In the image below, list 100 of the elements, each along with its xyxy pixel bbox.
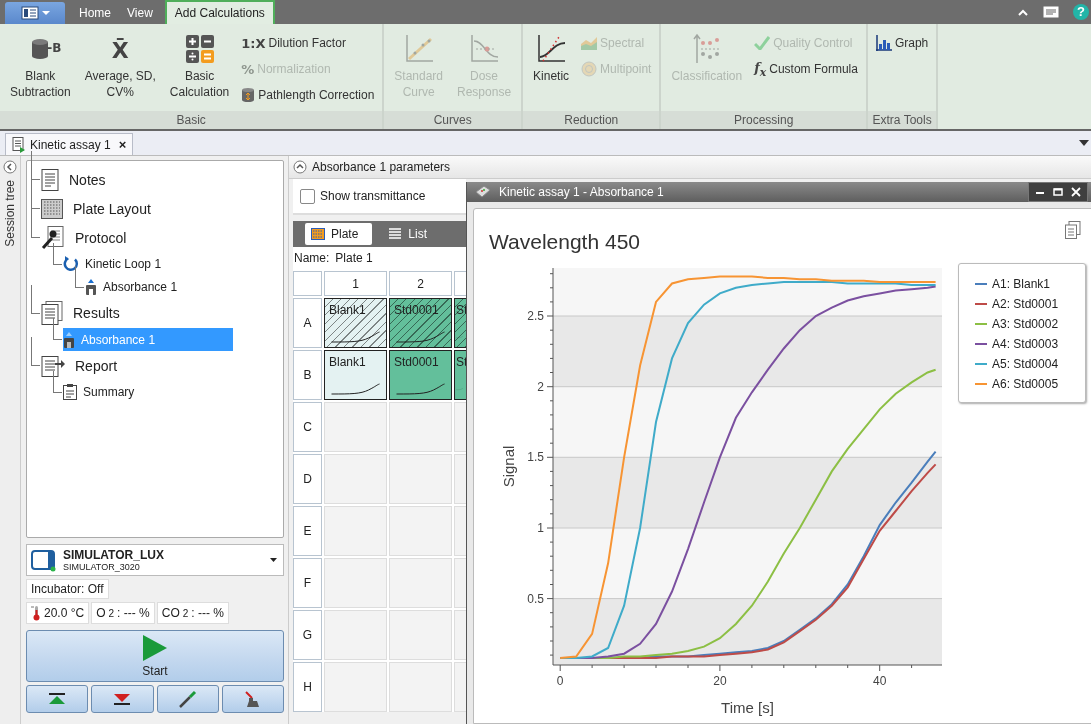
dropdown-arrow-icon	[1079, 140, 1089, 146]
tree-item[interactable]: Kinetic Loop 1	[63, 252, 166, 276]
plate-well[interactable]	[324, 558, 387, 608]
document-icon	[12, 136, 26, 153]
ribbon-button[interactable]: Pathlength Correction	[237, 82, 379, 108]
menu-tab[interactable]: Add Calculations	[164, 0, 275, 24]
instrument-model: SIMULATOR_3020	[63, 562, 141, 572]
display-mode-tab[interactable]: Plate	[305, 223, 373, 245]
absorbance-icon	[63, 331, 75, 348]
incubator-status: Incubator: Off	[26, 579, 109, 599]
plate-well[interactable]	[389, 662, 452, 712]
plate-well[interactable]: Std0001	[389, 350, 452, 400]
instrument-selector[interactable]: SIMULATOR_LUX SIMULATOR_3020	[26, 544, 284, 576]
toolbar-button[interactable]	[221, 685, 284, 713]
app-menu-button[interactable]	[5, 2, 65, 24]
collapse-ribbon-icon	[1017, 8, 1029, 16]
plate-well[interactable]	[454, 454, 466, 504]
plate-well[interactable]	[454, 558, 466, 608]
plate-well[interactable]	[454, 402, 466, 452]
instrument-name: SIMULATOR_LUX	[63, 548, 165, 562]
tree-item[interactable]: Report	[41, 351, 122, 380]
cylinder-icon	[31, 38, 50, 60]
plate-well[interactable]: Std0001	[389, 298, 452, 348]
plate-well[interactable]	[454, 506, 466, 556]
group-label: Extra Tools	[867, 111, 937, 129]
ribbon-button[interactable]: -B Blank Subtraction	[4, 28, 77, 102]
ribbon-button[interactable]: 1:X Dilution Factor	[237, 30, 379, 56]
toolbar-button[interactable]	[156, 685, 219, 713]
ribbon-button[interactable]: f$_{x}$ Custom Formula	[750, 56, 862, 82]
group-label: Basic	[0, 111, 383, 129]
ribbon-button[interactable]: Graph	[871, 30, 933, 56]
plate-well[interactable]	[454, 662, 466, 712]
tree-item[interactable]: Notes	[41, 165, 110, 194]
small-cylinder-icon	[241, 87, 256, 103]
start-button[interactable]: Start	[26, 630, 284, 682]
checkbox-label[interactable]: Show transmittance	[293, 179, 466, 215]
display-mode-tab[interactable]: List	[382, 223, 442, 245]
plate-well[interactable]	[324, 610, 387, 660]
menu-tab[interactable]: View	[119, 2, 161, 24]
thermometer-icon	[31, 605, 41, 621]
well-label: Blank1	[329, 355, 367, 369]
tree-item[interactable]: Absorbance 1	[85, 275, 182, 299]
copy-icon[interactable]	[1065, 221, 1081, 239]
kinetic-curve-icon	[535, 33, 568, 65]
tree-item[interactable]: Summary	[63, 380, 139, 404]
checkmark-icon	[754, 36, 771, 50]
chart-title: Wavelength 450	[488, 229, 640, 255]
document-tab[interactable]: Kinetic assay 1 ×	[5, 133, 134, 155]
row-header: F	[293, 558, 322, 608]
toolbar-button[interactable]	[26, 685, 89, 713]
panel-icon	[20, 6, 39, 20]
well-curve-drawing	[394, 383, 447, 395]
tree-item[interactable]: Protocol	[41, 223, 131, 252]
well-label: Std0001	[394, 303, 440, 317]
tree-line	[31, 180, 40, 209]
icon-symbol: %	[241, 61, 255, 77]
tree-line	[75, 265, 84, 288]
clipboard-icon	[63, 384, 77, 400]
tree-line	[53, 242, 62, 265]
close-button[interactable]: ×	[118, 137, 127, 152]
plate-well[interactable]	[454, 610, 466, 660]
plate-well[interactable]	[389, 558, 452, 608]
plate-well[interactable]	[324, 662, 387, 712]
legend-label: A1: Blank1	[992, 277, 1051, 291]
plate-well[interactable]: Blank1	[324, 350, 387, 400]
comment-icon	[1043, 6, 1059, 18]
tab-label: Kinetic assay 1	[30, 137, 111, 152]
plate-name: Plate 1	[335, 251, 373, 265]
ribbon-button[interactable]: Kinetic	[527, 28, 576, 86]
plate-well[interactable]	[324, 454, 387, 504]
row-header: C	[293, 402, 322, 452]
plate-well[interactable]: Blank1	[324, 298, 387, 348]
plate-well[interactable]	[324, 506, 387, 556]
menu-tab[interactable]: Home	[71, 2, 119, 24]
plate-well[interactable]	[324, 402, 387, 452]
toolbar-button[interactable]	[91, 685, 154, 713]
dose-response-icon	[468, 33, 501, 65]
well-label: Blank1	[329, 303, 367, 317]
documents-icon	[41, 301, 63, 325]
grid-icon	[41, 198, 63, 219]
absorbance-icon	[85, 279, 97, 295]
tree-item[interactable]: Results	[41, 298, 124, 328]
panel-title: Session tree	[3, 180, 17, 247]
tick-label: 1.5	[527, 450, 544, 465]
icon-symbol: 1:X	[241, 35, 266, 51]
well-curve-drawing	[329, 383, 382, 395]
checkbox[interactable]	[300, 188, 315, 204]
group-label: Curves	[384, 111, 522, 129]
eject-up-icon	[48, 693, 67, 705]
plate-well[interactable]	[389, 610, 452, 660]
plate-well[interactable]	[389, 506, 452, 556]
tree-item[interactable]: Plate Layout	[41, 194, 155, 223]
plate-well[interactable]	[389, 402, 452, 452]
ribbon-button[interactable]: X̄ Average, SD, CV%	[78, 28, 162, 102]
ribbon-button[interactable]: Basic Calculation	[163, 28, 236, 102]
legend-label: A6: Std0005	[992, 377, 1059, 391]
row-header: H	[293, 662, 322, 712]
instrument-icon	[475, 185, 491, 199]
panel-title: Absorbance 1 parameters	[312, 160, 451, 174]
plate-well[interactable]	[389, 454, 452, 504]
